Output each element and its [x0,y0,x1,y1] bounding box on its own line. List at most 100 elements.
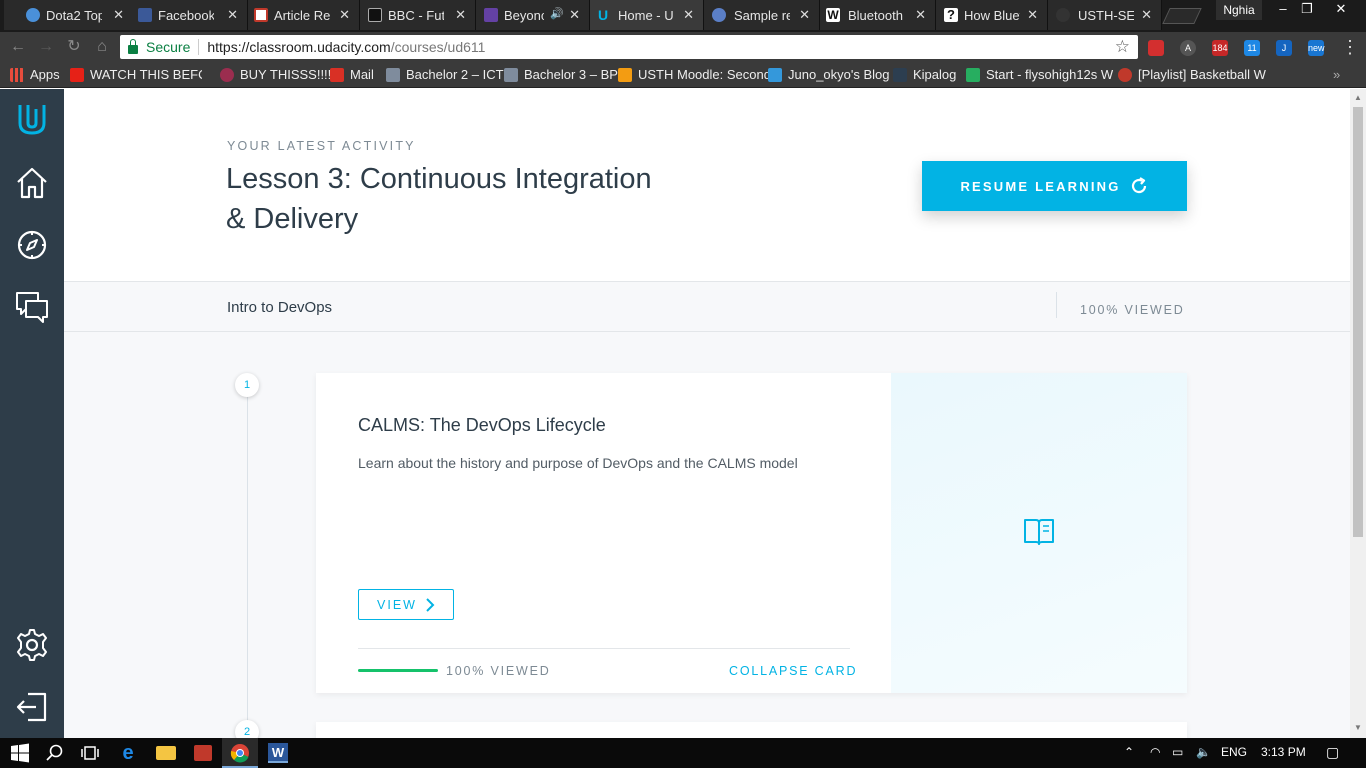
scroll-thumb[interactable] [1353,107,1363,537]
dota2-favicon-icon [26,8,40,22]
url-host: https://classroom.udacity.com [207,39,391,55]
udacity-logo-icon[interactable] [14,101,50,137]
browser-tab[interactable]: BBC - Futu ✕ [360,0,476,30]
browser-tab[interactable]: Facebook ✕ [132,0,248,30]
github-favicon-icon [1056,8,1070,22]
extension-gmail-icon[interactable] [1148,40,1164,56]
logout-icon[interactable] [14,689,50,725]
windows-start-icon[interactable] [10,743,30,763]
gmail-icon [330,67,344,82]
resume-label: RESUME LEARNING [960,178,1121,194]
bookmark-item[interactable]: Kipalog [893,67,956,82]
close-tab-icon[interactable]: ✕ [1141,7,1152,23]
close-tab-icon[interactable]: ✕ [1027,7,1038,23]
extension-badge-icon[interactable]: 184 [1212,40,1228,56]
browser-tab[interactable]: ? How Bluet ✕ [936,0,1048,30]
browser-tab[interactable]: W Bluetooth ✕ [820,0,936,30]
bookmark-item[interactable]: WATCH THIS BEFORE [70,67,202,82]
tab-title: BBC - Futu [388,8,444,23]
extension-badge-icon[interactable]: 11 [1244,40,1260,56]
course-header: Intro to DevOps 100% VIEWED [64,282,1350,332]
scroll-down-icon[interactable]: ▼ [1353,723,1363,733]
article-favicon-icon [254,8,268,22]
reload-icon[interactable]: ↻ [64,37,84,57]
close-tab-icon[interactable]: ✕ [455,7,466,23]
task-view-icon[interactable] [80,743,100,763]
bookmarks-overflow-icon[interactable]: » [1333,67,1340,82]
bookmark-label: BUY THISSS!!!! [240,67,332,82]
close-tab-icon[interactable]: ✕ [799,7,810,23]
bookmark-item[interactable]: Bachelor 2 – ICT [386,67,504,82]
lesson-number-badge: 1 [235,373,259,397]
address-bar[interactable]: Secure https://classroom.udacity.com/cou… [120,35,1138,59]
profile-button[interactable]: Nghia [1216,0,1262,20]
resume-arrow-icon [1131,177,1146,194]
browser-tab[interactable]: USTH-SE- ✕ [1048,0,1162,30]
app-icon[interactable] [194,745,212,761]
home-icon[interactable] [14,165,50,201]
bookmark-apps[interactable]: Apps [10,67,60,82]
new-tab-button[interactable] [1162,8,1202,24]
close-tab-icon[interactable]: ✕ [569,7,580,23]
close-tab-icon[interactable]: ✕ [683,7,694,23]
close-tab-icon[interactable]: ✕ [915,7,926,23]
bookmark-star-icon[interactable]: ☆ [1115,37,1130,57]
home-icon[interactable]: ⌂ [92,37,112,57]
chat-icon[interactable] [14,289,50,325]
menu-icon[interactable]: ⋮ [1340,37,1360,57]
latest-activity-section: YOUR LATEST ACTIVITY Lesson 3: Continuou… [64,89,1350,282]
scroll-up-icon[interactable]: ▲ [1353,93,1363,103]
extension-a-icon[interactable]: A [1180,40,1196,56]
resume-learning-button[interactable]: RESUME LEARNING [922,161,1187,211]
close-tab-icon[interactable]: ✕ [227,7,238,23]
close-tab-icon[interactable]: ✕ [113,7,124,23]
close-tab-icon[interactable]: ✕ [339,7,350,23]
language-indicator[interactable]: ENG [1221,745,1247,759]
secure-label: Secure [146,39,191,55]
action-center-icon[interactable]: ▢ [1326,744,1339,761]
restore-icon[interactable]: ❐ [1292,0,1322,20]
tab-title: Dota2 Top [46,8,102,23]
bookmarks-bar: Apps WATCH THIS BEFORE BUY THISSS!!!! Ma… [0,62,1366,88]
browser-tab[interactable]: Article Rev ✕ [248,0,360,30]
url-text[interactable]: https://classroom.udacity.com/courses/ud… [207,39,485,55]
page-scrollbar[interactable]: ▲ ▼ [1350,89,1366,738]
wifi-icon[interactable]: ◠ [1150,745,1160,759]
bookmark-item[interactable]: Start - flysohigh12s W [966,67,1122,82]
close-window-icon[interactable]: ✕ [1326,0,1356,20]
collapse-card-button[interactable]: COLLAPSE CARD [729,664,857,678]
extension-j-icon[interactable]: J [1276,40,1292,56]
word-icon[interactable]: W [268,743,288,763]
usth-icon [504,67,518,82]
progress-fill [358,669,438,672]
clock[interactable]: 3:13 PM [1261,745,1306,759]
browser-tab[interactable]: Beyonc 🔊 ✕ [476,0,590,30]
search-icon[interactable] [45,743,65,763]
chrome-taskbar-button[interactable] [222,738,258,768]
bookmark-item[interactable]: [Playlist] Basketball W [1118,67,1272,82]
volume-icon[interactable]: 🔈 [1196,745,1211,759]
forward-icon[interactable]: → [36,37,56,57]
browser-tab-strip: Dota2 Top ✕ Facebook ✕ Article Rev ✕ BBC… [0,0,1366,32]
bookmark-item[interactable]: Juno_okyo's Blog [768,67,890,82]
browser-tab[interactable]: Sample re ✕ [704,0,820,30]
browser-tab[interactable]: Dota2 Top ✕ [4,0,134,30]
browser-tab-active[interactable]: U Home - U ✕ [590,0,704,30]
lesson-card-title: CALMS: The DevOps Lifecycle [358,415,606,435]
bookmark-item[interactable]: Mail [330,67,374,82]
bookmark-item[interactable]: BUY THISSS!!!! [220,67,331,82]
bookmark-item[interactable]: Bachelor 3 – BP [504,67,618,82]
settings-gear-icon[interactable] [14,627,50,663]
battery-icon[interactable]: ▭ [1172,745,1183,759]
edge-browser-icon[interactable]: e [118,743,138,763]
kipalog-icon [893,67,907,82]
bookmark-label: Juno_okyo's Blog [788,67,890,82]
file-explorer-icon[interactable] [156,746,176,760]
audio-playing-icon[interactable]: 🔊 [550,7,564,20]
back-icon[interactable]: ← [8,37,28,57]
compass-icon[interactable] [14,227,50,263]
extension-new-icon[interactable]: new [1308,40,1325,56]
bookmark-item[interactable]: USTH Moodle: Second [618,67,772,82]
show-hidden-icons-icon[interactable]: ⌃ [1124,745,1134,759]
view-lesson-button[interactable]: VIEW [358,589,454,620]
